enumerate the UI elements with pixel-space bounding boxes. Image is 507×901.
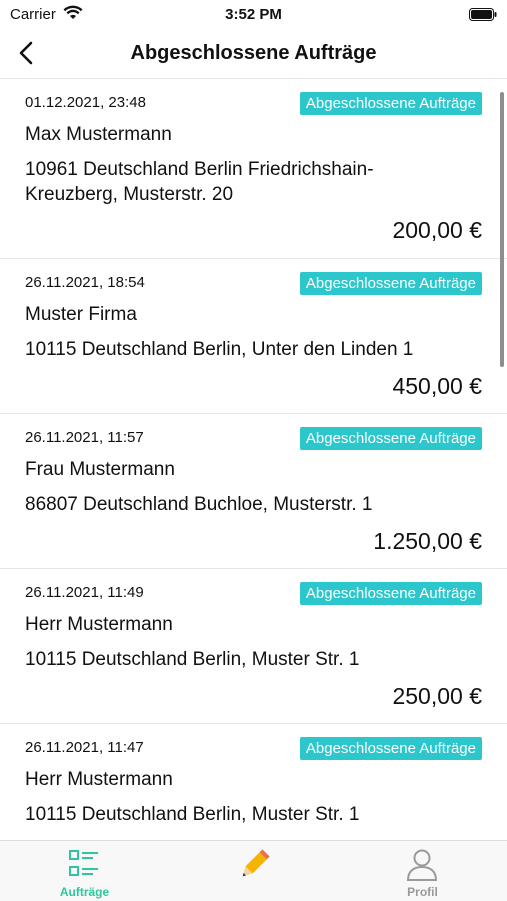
tab-label: Aufträge bbox=[59, 885, 110, 899]
navigation-bar: Abgeschlossene Aufträge bbox=[0, 30, 507, 79]
order-address: 10115 Deutschland Berlin, Unter den Lind… bbox=[25, 339, 414, 360]
page-title: Abgeschlossene Aufträge bbox=[130, 42, 377, 64]
orders-list[interactable]: 01.12.2021, 23:48 Abgeschlossene Aufträg… bbox=[0, 79, 507, 840]
order-price: 200,00 € bbox=[392, 217, 482, 243]
orders-list-icon bbox=[69, 850, 98, 876]
order-address: 86807 Deutschland Buchloe, Musterstr. 1 bbox=[25, 494, 373, 515]
status-badge: Abgeschlossene Aufträge bbox=[299, 737, 482, 760]
order-date: 01.12.2021, 23:48 bbox=[25, 94, 146, 111]
order-price: 450,00 € bbox=[392, 373, 482, 399]
status-bar: Carrier 3:52 PM bbox=[0, 0, 507, 30]
order-price: 250,00 € bbox=[392, 683, 482, 709]
order-card[interactable]: 26.11.2021, 11:57 Abgeschlossene Aufträg… bbox=[0, 414, 507, 569]
order-customer-name: Herr Mustermann bbox=[25, 769, 173, 790]
order-address: 10961 Deutschland Berlin Friedrichshain-… bbox=[25, 159, 374, 205]
order-card[interactable]: 26.11.2021, 18:54 Abgeschlossene Aufträg… bbox=[0, 259, 507, 414]
status-badge: Abgeschlossene Aufträge bbox=[299, 427, 482, 450]
order-address: 10115 Deutschland Berlin, Muster Str. 1 bbox=[25, 804, 360, 825]
status-badge: Abgeschlossene Aufträge bbox=[299, 92, 482, 115]
order-card[interactable]: 26.11.2021, 11:49 Abgeschlossene Aufträg… bbox=[0, 569, 507, 724]
order-card[interactable]: 26.11.2021, 11:47 Abgeschlossene Aufträg… bbox=[0, 724, 507, 840]
tab-auftraege[interactable]: Aufträge bbox=[0, 841, 169, 901]
status-time: 3:52 PM bbox=[225, 6, 282, 23]
tab-profil[interactable]: Profil bbox=[338, 841, 507, 901]
order-date: 26.11.2021, 11:57 bbox=[25, 429, 144, 446]
profile-icon bbox=[406, 849, 438, 881]
order-date: 26.11.2021, 11:49 bbox=[25, 584, 144, 601]
order-address: 10115 Deutschland Berlin, Muster Str. 1 bbox=[25, 649, 360, 670]
tab-bar: Aufträge Profil bbox=[0, 840, 507, 901]
order-customer-name: Max Mustermann bbox=[25, 124, 172, 145]
order-customer-name: Herr Mustermann bbox=[25, 614, 173, 635]
order-price: 1.250,00 € bbox=[373, 528, 482, 554]
pencil-icon bbox=[242, 849, 270, 877]
scrollbar-thumb[interactable] bbox=[500, 92, 504, 367]
tab-label: Profil bbox=[407, 885, 438, 899]
order-date: 26.11.2021, 11:47 bbox=[25, 739, 144, 756]
tab-edit[interactable] bbox=[169, 841, 338, 901]
battery-icon bbox=[469, 8, 497, 25]
order-customer-name: Muster Firma bbox=[25, 304, 137, 325]
order-date: 26.11.2021, 18:54 bbox=[25, 274, 145, 291]
order-card[interactable]: 01.12.2021, 23:48 Abgeschlossene Aufträg… bbox=[0, 79, 507, 259]
order-customer-name: Frau Mustermann bbox=[25, 459, 175, 480]
status-badge: Abgeschlossene Aufträge bbox=[299, 582, 482, 605]
status-badge: Abgeschlossene Aufträge bbox=[299, 272, 482, 295]
